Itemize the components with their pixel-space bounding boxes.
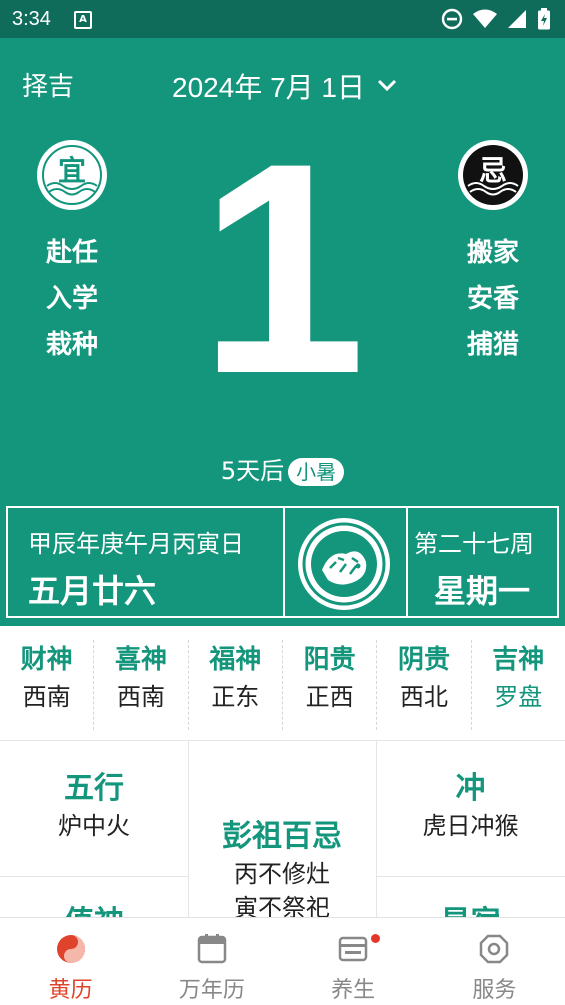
service-icon	[480, 934, 509, 964]
ji-badge-icon: 忌	[458, 140, 528, 210]
week-number: 第二十七周	[414, 530, 534, 558]
compass-link[interactable]: 罗盘	[472, 680, 565, 714]
pengzu-cell[interactable]: 彭祖百忌 丙不修灶 寅不祭祀	[188, 817, 376, 925]
yi-badge-icon: 宜	[37, 140, 107, 210]
chong-cell[interactable]: 冲 虎日冲猴	[376, 769, 565, 843]
god-item[interactable]: 财神 西南	[0, 640, 95, 730]
lunar-info-frame: 甲辰年庚午月丙寅日 五月廿六 第二十七周 星期一	[6, 506, 559, 618]
ji-item: 搬家	[466, 238, 519, 268]
yi-item: 入学	[45, 284, 98, 314]
ji-badge-text: 忌	[479, 154, 507, 187]
nav-huangli[interactable]: 黄历	[0, 918, 141, 1005]
calendar-icon	[197, 934, 227, 964]
god-item[interactable]: 吉神 罗盘	[472, 640, 565, 730]
nav-label: 黄历	[48, 978, 93, 1003]
yinyang-icon	[56, 935, 85, 963]
god-direction: 西南	[22, 683, 71, 711]
god-direction: 正西	[305, 683, 354, 711]
zeji-button[interactable]: 择吉	[22, 66, 74, 103]
god-item[interactable]: 喜神 西南	[94, 640, 189, 730]
ji-column[interactable]: 忌 搬家 安香 捕猎	[443, 138, 543, 368]
god-name: 吉神	[492, 645, 545, 675]
god-direction: 正东	[211, 683, 260, 711]
almanac-hero: 择吉 2024年 7月 1日 1 宜 赴任 入学 栽种 忌 搬家 安香 捕猎 5…	[0, 38, 565, 626]
notification-a-icon: A	[74, 11, 92, 29]
god-name: 福神	[209, 645, 262, 675]
lunar-date: 五月廿六	[28, 572, 157, 610]
countdown-text: 5天后	[220, 457, 285, 485]
wifi-icon	[473, 9, 497, 28]
tiger-zodiac-icon[interactable]	[296, 516, 392, 612]
gods-directions: 财神西南 喜神西南 福神正东 阳贵正西 阴贵西北 吉神罗盘	[0, 640, 565, 730]
pengzu-line: 丙不修灶	[234, 860, 330, 888]
pengzu-title: 彭祖百忌	[222, 819, 342, 854]
god-item[interactable]: 阳贵 正西	[283, 640, 378, 730]
chevron-down-icon	[377, 79, 397, 92]
wuxing-value: 炉中火	[58, 812, 130, 840]
status-bar: 3:34 A	[0, 0, 565, 38]
dnd-icon	[441, 8, 463, 30]
signal-icon	[508, 10, 526, 28]
status-time: 3:34	[12, 8, 51, 30]
status-icons	[441, 8, 551, 30]
nav-yangsheng[interactable]: 养生	[283, 918, 424, 1005]
ji-item: 安香	[466, 284, 519, 314]
nav-fuwu[interactable]: 服务	[424, 918, 565, 1005]
solar-term-badge: 小暑	[288, 458, 345, 486]
god-item[interactable]: 福神 正东	[189, 640, 283, 730]
nav-label: 养生	[331, 978, 376, 1003]
battery-icon	[538, 8, 550, 30]
ji-item: 捕猎	[466, 330, 519, 360]
notification-dot	[370, 934, 380, 943]
yi-item: 赴任	[45, 238, 98, 268]
solar-term-countdown[interactable]: 5天后 小暑	[0, 451, 565, 486]
health-icon	[338, 936, 368, 962]
yi-item: 栽种	[45, 330, 98, 360]
god-direction: 西南	[116, 683, 165, 711]
ganzhi-date: 甲辰年庚午月丙寅日	[28, 530, 244, 558]
yi-column[interactable]: 宜 赴任 入学 栽种	[22, 138, 122, 368]
god-name: 财神	[20, 645, 73, 675]
weekday: 星期一	[434, 572, 531, 610]
god-name: 阴贵	[397, 645, 450, 675]
bottom-nav: 黄历 万年历 养生 服务	[0, 917, 565, 1005]
detail-grid: 五行 炉中火 彭祖百忌 丙不修灶 寅不祭祀 冲 虎日冲猴 值神 星宿	[0, 740, 565, 940]
wuxing-cell[interactable]: 五行 炉中火	[0, 769, 188, 843]
god-name: 阳贵	[303, 645, 356, 675]
god-direction: 西北	[399, 683, 448, 711]
nav-label: 服务	[472, 978, 517, 1003]
god-name: 喜神	[114, 645, 167, 675]
god-item[interactable]: 阴贵 西北	[377, 640, 472, 730]
chong-value: 虎日冲猴	[422, 812, 519, 840]
nav-wannianli[interactable]: 万年历	[141, 918, 282, 1005]
wuxing-title: 五行	[64, 771, 124, 806]
nav-label: 万年历	[178, 978, 245, 1003]
yi-badge-text: 宜	[58, 154, 86, 187]
chong-title: 冲	[455, 771, 486, 806]
